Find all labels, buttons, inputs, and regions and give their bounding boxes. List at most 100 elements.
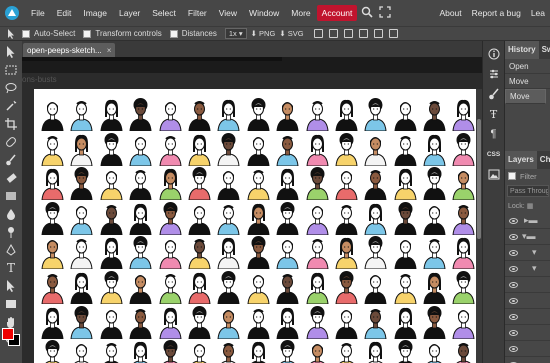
person-illustration [214, 201, 243, 236]
align-left-icon[interactable] [313, 29, 323, 38]
person-illustration [273, 97, 302, 132]
lock-icon[interactable]: ▦ [527, 202, 534, 210]
healing-tool-icon[interactable] [3, 134, 19, 150]
layer-filter[interactable]: Filter [505, 169, 550, 183]
menu-window[interactable]: Window [243, 5, 285, 21]
canvas[interactable] [34, 89, 476, 363]
lasso-tool-icon[interactable] [3, 80, 19, 96]
tab-history[interactable]: History [505, 41, 539, 59]
transform-controls-option[interactable]: Transform controls [83, 29, 162, 38]
layer-row[interactable] [505, 293, 550, 309]
menu-more[interactable]: More [285, 5, 316, 21]
export-svg-label: SVG [287, 29, 304, 38]
fullscreen-icon[interactable] [379, 6, 392, 20]
app-logo-icon[interactable] [2, 3, 22, 23]
shape-tool-icon[interactable] [3, 296, 19, 312]
history-row[interactable]: Move [505, 74, 550, 89]
export-png-button[interactable]: ⬇ PNG [251, 29, 276, 38]
paragraph-icon[interactable]: ¶ [487, 127, 501, 141]
eye-icon[interactable] [509, 329, 518, 336]
person-illustration [38, 201, 67, 236]
download-icon: ⬇ [279, 29, 286, 38]
layer-row[interactable] [505, 357, 550, 363]
person-illustration [449, 132, 476, 167]
image-icon[interactable] [487, 167, 501, 181]
menu-view[interactable]: View [213, 5, 243, 21]
align-bottom-icon[interactable] [388, 29, 398, 38]
foreground-color-swatch[interactable] [2, 328, 14, 340]
eye-icon[interactable] [509, 297, 518, 304]
blur-tool-icon[interactable] [3, 206, 19, 222]
character-icon[interactable]: Ŧ [487, 107, 501, 121]
scrollbar-thumb[interactable] [477, 119, 481, 239]
auto-select-option[interactable]: Auto-Select [22, 29, 75, 38]
tab-layers[interactable]: Layers [505, 151, 537, 169]
eraser-tool-icon[interactable] [3, 170, 19, 186]
eye-icon[interactable] [509, 265, 518, 272]
history-row-selected[interactable]: Move [505, 89, 546, 104]
distances-option[interactable]: Distances [169, 29, 217, 38]
menu-about[interactable]: About [434, 5, 466, 21]
eye-icon[interactable] [509, 249, 518, 256]
menu-layer[interactable]: Layer [113, 5, 146, 21]
person-illustration [67, 132, 96, 167]
color-swatches[interactable] [2, 328, 20, 346]
auto-select-checkbox[interactable] [22, 29, 30, 38]
align-top-icon[interactable] [358, 29, 368, 38]
magic-wand-tool-icon[interactable] [3, 98, 19, 114]
gradient-tool-icon[interactable] [3, 188, 19, 204]
path-select-tool-icon[interactable] [3, 278, 19, 294]
properties-icon[interactable] [487, 67, 501, 81]
history-row[interactable]: Open [505, 59, 550, 74]
menu-select[interactable]: Select [146, 5, 182, 21]
search-icon[interactable] [361, 6, 373, 20]
layer-row[interactable]: ▸▬ [505, 213, 550, 229]
pen-tool-icon[interactable] [3, 242, 19, 258]
layer-row[interactable] [505, 277, 550, 293]
layer-row[interactable] [505, 341, 550, 357]
layer-row[interactable]: ▾ [505, 261, 550, 277]
document-tab[interactable]: open-peeps-sketch... × [23, 43, 116, 57]
distances-checkbox[interactable] [169, 29, 178, 38]
zoom-select[interactable]: 1x ▾ [224, 28, 247, 39]
person-illustration [273, 235, 302, 270]
layer-row[interactable]: ▾ [505, 245, 550, 261]
crop-tool-icon[interactable] [3, 116, 19, 132]
layer-row[interactable] [505, 309, 550, 325]
menu-learn[interactable]: Lea [526, 5, 550, 21]
tab-channels[interactable]: Cha [537, 151, 550, 169]
layer-row[interactable] [505, 325, 550, 341]
person-illustration [38, 270, 67, 305]
eye-icon[interactable] [509, 345, 518, 352]
move-tool-icon[interactable] [3, 44, 19, 60]
menu-file[interactable]: File [25, 5, 51, 21]
text-tool-icon[interactable]: T [3, 260, 19, 276]
menu-image[interactable]: Image [77, 5, 113, 21]
transform-controls-checkbox[interactable] [83, 29, 92, 38]
info-icon[interactable] [487, 47, 501, 61]
menu-filter[interactable]: Filter [182, 5, 213, 21]
eye-icon[interactable] [509, 233, 518, 240]
dodge-tool-icon[interactable] [3, 224, 19, 240]
export-svg-button[interactable]: ⬇ SVG [279, 29, 303, 38]
eye-icon[interactable] [509, 217, 518, 224]
css-icon[interactable]: CSS [487, 147, 501, 161]
eye-icon[interactable] [509, 313, 518, 320]
blend-mode-select[interactable]: Pass Through [507, 185, 549, 197]
account-button[interactable]: Account [316, 5, 358, 21]
marquee-tool-icon[interactable] [3, 62, 19, 78]
align-middle-icon[interactable] [373, 29, 383, 38]
filter-checkbox[interactable] [508, 172, 516, 180]
align-center-icon[interactable] [328, 29, 338, 38]
eye-icon[interactable] [509, 281, 518, 288]
tab-swatches[interactable]: Sw [539, 41, 550, 59]
right-panel: History Sw Open Move Move Layers Cha Fil… [504, 41, 550, 363]
brush-settings-icon[interactable] [487, 87, 501, 101]
menu-report-bug[interactable]: Report a bug [467, 5, 526, 21]
menu-edit[interactable]: Edit [51, 5, 78, 21]
brush-tool-icon[interactable] [3, 152, 19, 168]
person-illustration [156, 270, 185, 305]
align-right-icon[interactable] [343, 29, 353, 38]
close-icon[interactable]: × [107, 46, 112, 55]
layer-row[interactable]: ▾▬ [505, 229, 550, 245]
